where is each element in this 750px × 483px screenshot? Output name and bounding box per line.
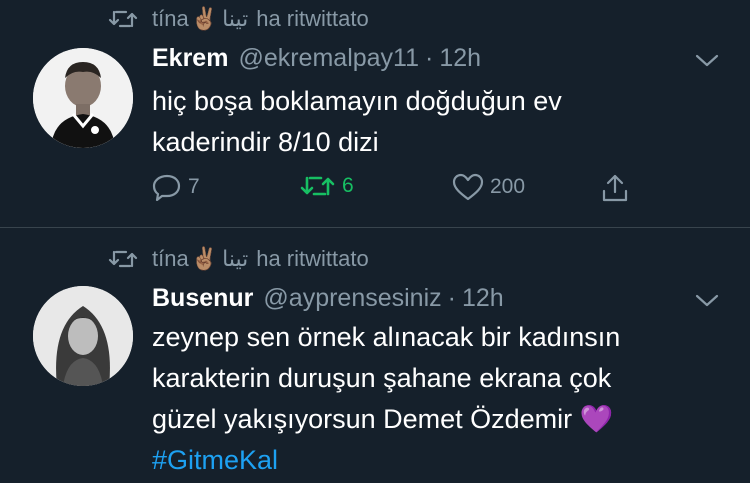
author-name[interactable]: Ekrem xyxy=(152,44,228,73)
author-handle[interactable]: @ayprensesiniz xyxy=(263,284,441,313)
retweet-context: tína ✌🏽 تينا ha ritwittato xyxy=(108,6,369,32)
retweeter-name[interactable]: tína xyxy=(152,246,189,272)
like-button[interactable]: 200 xyxy=(452,173,525,201)
tweet-actions: 7 6 200 xyxy=(152,173,642,203)
tweet-time[interactable]: 12h xyxy=(462,284,504,313)
separator: · xyxy=(425,44,434,72)
avatar[interactable] xyxy=(33,286,133,386)
like-count: 200 xyxy=(490,175,526,198)
reply-icon xyxy=(152,174,181,201)
share-button[interactable] xyxy=(600,173,636,203)
separator: · xyxy=(447,284,456,312)
retweet-icon xyxy=(108,250,138,268)
retweet-icon xyxy=(300,176,335,196)
tweet-time[interactable]: 12h xyxy=(439,44,481,73)
avatar-image xyxy=(33,286,133,386)
victory-hand-emoji: ✌🏽 xyxy=(190,6,219,31)
share-icon xyxy=(602,174,628,202)
tweet-card[interactable]: tína ✌🏽 تينا ha ritwittato Busenur @aypr… xyxy=(0,228,750,483)
purple-heart-emoji: 💜 xyxy=(579,404,614,434)
reply-button[interactable]: 7 xyxy=(152,173,200,201)
tweet-text: zeynep sen örnek alınacak bir kadınsın k… xyxy=(152,317,620,481)
reply-count: 7 xyxy=(188,175,200,198)
tweet-text-line: karakterin duruşun şahane ekrana çok xyxy=(152,363,612,393)
retweeter-name-arabic[interactable]: تينا xyxy=(222,6,248,32)
author-handle[interactable]: @ekremalpay11 xyxy=(238,44,419,73)
author-name[interactable]: Busenur xyxy=(152,284,253,313)
tweet-text-line: hiç boşa boklamayın doğduğun ev xyxy=(152,86,562,116)
retweet-context: tína ✌🏽 تينا ha ritwittato xyxy=(108,246,369,272)
like-icon xyxy=(452,173,484,201)
tweet-header: Busenur @ayprensesiniz · 12h xyxy=(152,284,504,313)
retweeter-name-arabic[interactable]: تينا xyxy=(222,246,248,272)
tweet-text-line-content: güzel yakışıyorsun Demet Özdemir xyxy=(152,404,573,434)
chevron-down-icon[interactable] xyxy=(694,292,720,308)
tweet-header: Ekrem @ekremalpay11 · 12h xyxy=(152,44,481,73)
tweet-text-line: zeynep sen örnek alınacak bir kadınsın xyxy=(152,322,621,352)
tweet-text-line: kaderindir 8/10 dizi xyxy=(152,127,379,157)
avatar[interactable] xyxy=(33,48,133,148)
retweet-button[interactable]: 6 xyxy=(300,173,354,199)
victory-hand-emoji: ✌🏽 xyxy=(190,246,219,271)
chevron-down-icon[interactable] xyxy=(694,52,720,68)
retweeter-name[interactable]: tína xyxy=(152,6,189,32)
retweet-count: 6 xyxy=(342,174,354,197)
retweet-label: ha ritwittato xyxy=(256,6,369,31)
tweet-text-line: güzel yakışıyorsun Demet Özdemir 💜 xyxy=(152,399,620,440)
retweet-icon xyxy=(108,10,138,28)
avatar-image xyxy=(33,48,133,148)
hashtag-link[interactable]: #GitmeKal xyxy=(152,445,278,475)
tweet-text: hiç boşa boklamayın doğduğun ev kaderind… xyxy=(152,81,562,163)
retweet-label: ha ritwittato xyxy=(256,246,369,271)
tweet-card[interactable]: tína ✌🏽 تينا ha ritwittato Ekrem @ekrema… xyxy=(0,0,750,228)
